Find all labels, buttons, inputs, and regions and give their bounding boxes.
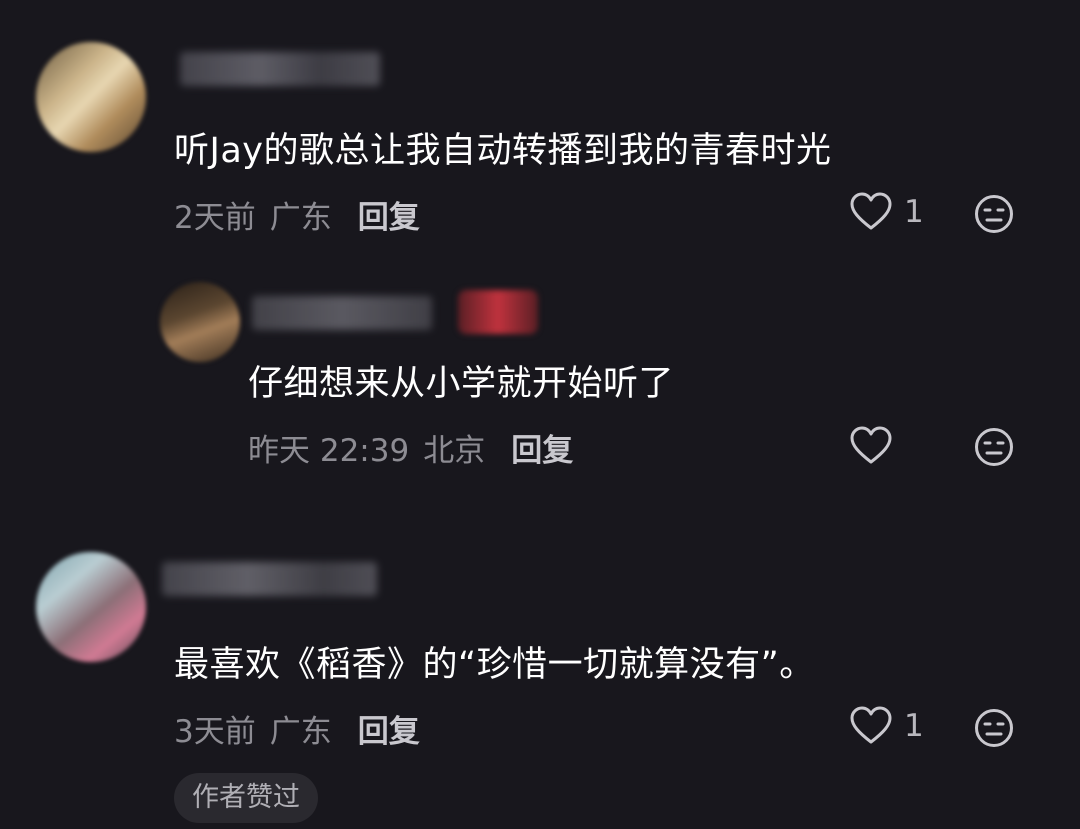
reply-button[interactable]: 回复: [358, 714, 420, 750]
commenter-name-blurred[interactable]: [162, 562, 377, 596]
comment-meta: 2天前 广东 回复: [174, 192, 420, 237]
like-count: 1: [904, 194, 924, 230]
emoji-react-button[interactable]: [974, 194, 1014, 234]
neutral-face-icon: [975, 709, 1013, 747]
replier-name-blurred[interactable]: [252, 296, 432, 330]
emoji-react-button[interactable]: [974, 708, 1014, 748]
comment-text: 最喜欢《稻香》的“珍惜一切就算没有”。: [174, 645, 815, 685]
reply-meta: 昨天 22:39 北京 回复: [248, 425, 573, 470]
reply-button[interactable]: 回复: [511, 433, 573, 469]
emoji-react-button[interactable]: [974, 427, 1014, 467]
like-button[interactable]: 1: [850, 192, 924, 232]
user-badge-blurred: [458, 290, 538, 334]
reply-text: 仔细想来从小学就开始听了: [248, 364, 675, 404]
commenter-name-blurred[interactable]: [180, 52, 380, 86]
commenter-avatar[interactable]: [36, 552, 146, 662]
comment-location: 广东: [269, 200, 332, 236]
replier-avatar[interactable]: [160, 282, 240, 362]
comment-meta: 3天前 广东 回复: [174, 706, 420, 751]
neutral-face-icon: [975, 428, 1013, 466]
author-liked-badge: 作者赞过: [174, 773, 318, 823]
comment-time: 2天前: [174, 200, 256, 236]
like-button[interactable]: [850, 426, 904, 466]
reply-location: 北京: [423, 433, 486, 469]
heart-outline-icon: [850, 426, 892, 464]
comment-location: 广东: [269, 714, 332, 750]
reply-button[interactable]: 回复: [358, 200, 420, 236]
like-count: 1: [904, 708, 924, 744]
comment-time: 3天前: [174, 714, 256, 750]
neutral-face-icon: [975, 195, 1013, 233]
like-button[interactable]: 1: [850, 706, 924, 746]
heart-outline-icon: [850, 192, 892, 230]
commenter-avatar[interactable]: [36, 42, 146, 152]
comment-text: 听Jay的歌总让我自动转播到我的青春时光: [174, 131, 832, 171]
heart-outline-icon: [850, 706, 892, 744]
reply-time: 昨天 22:39: [248, 433, 410, 469]
